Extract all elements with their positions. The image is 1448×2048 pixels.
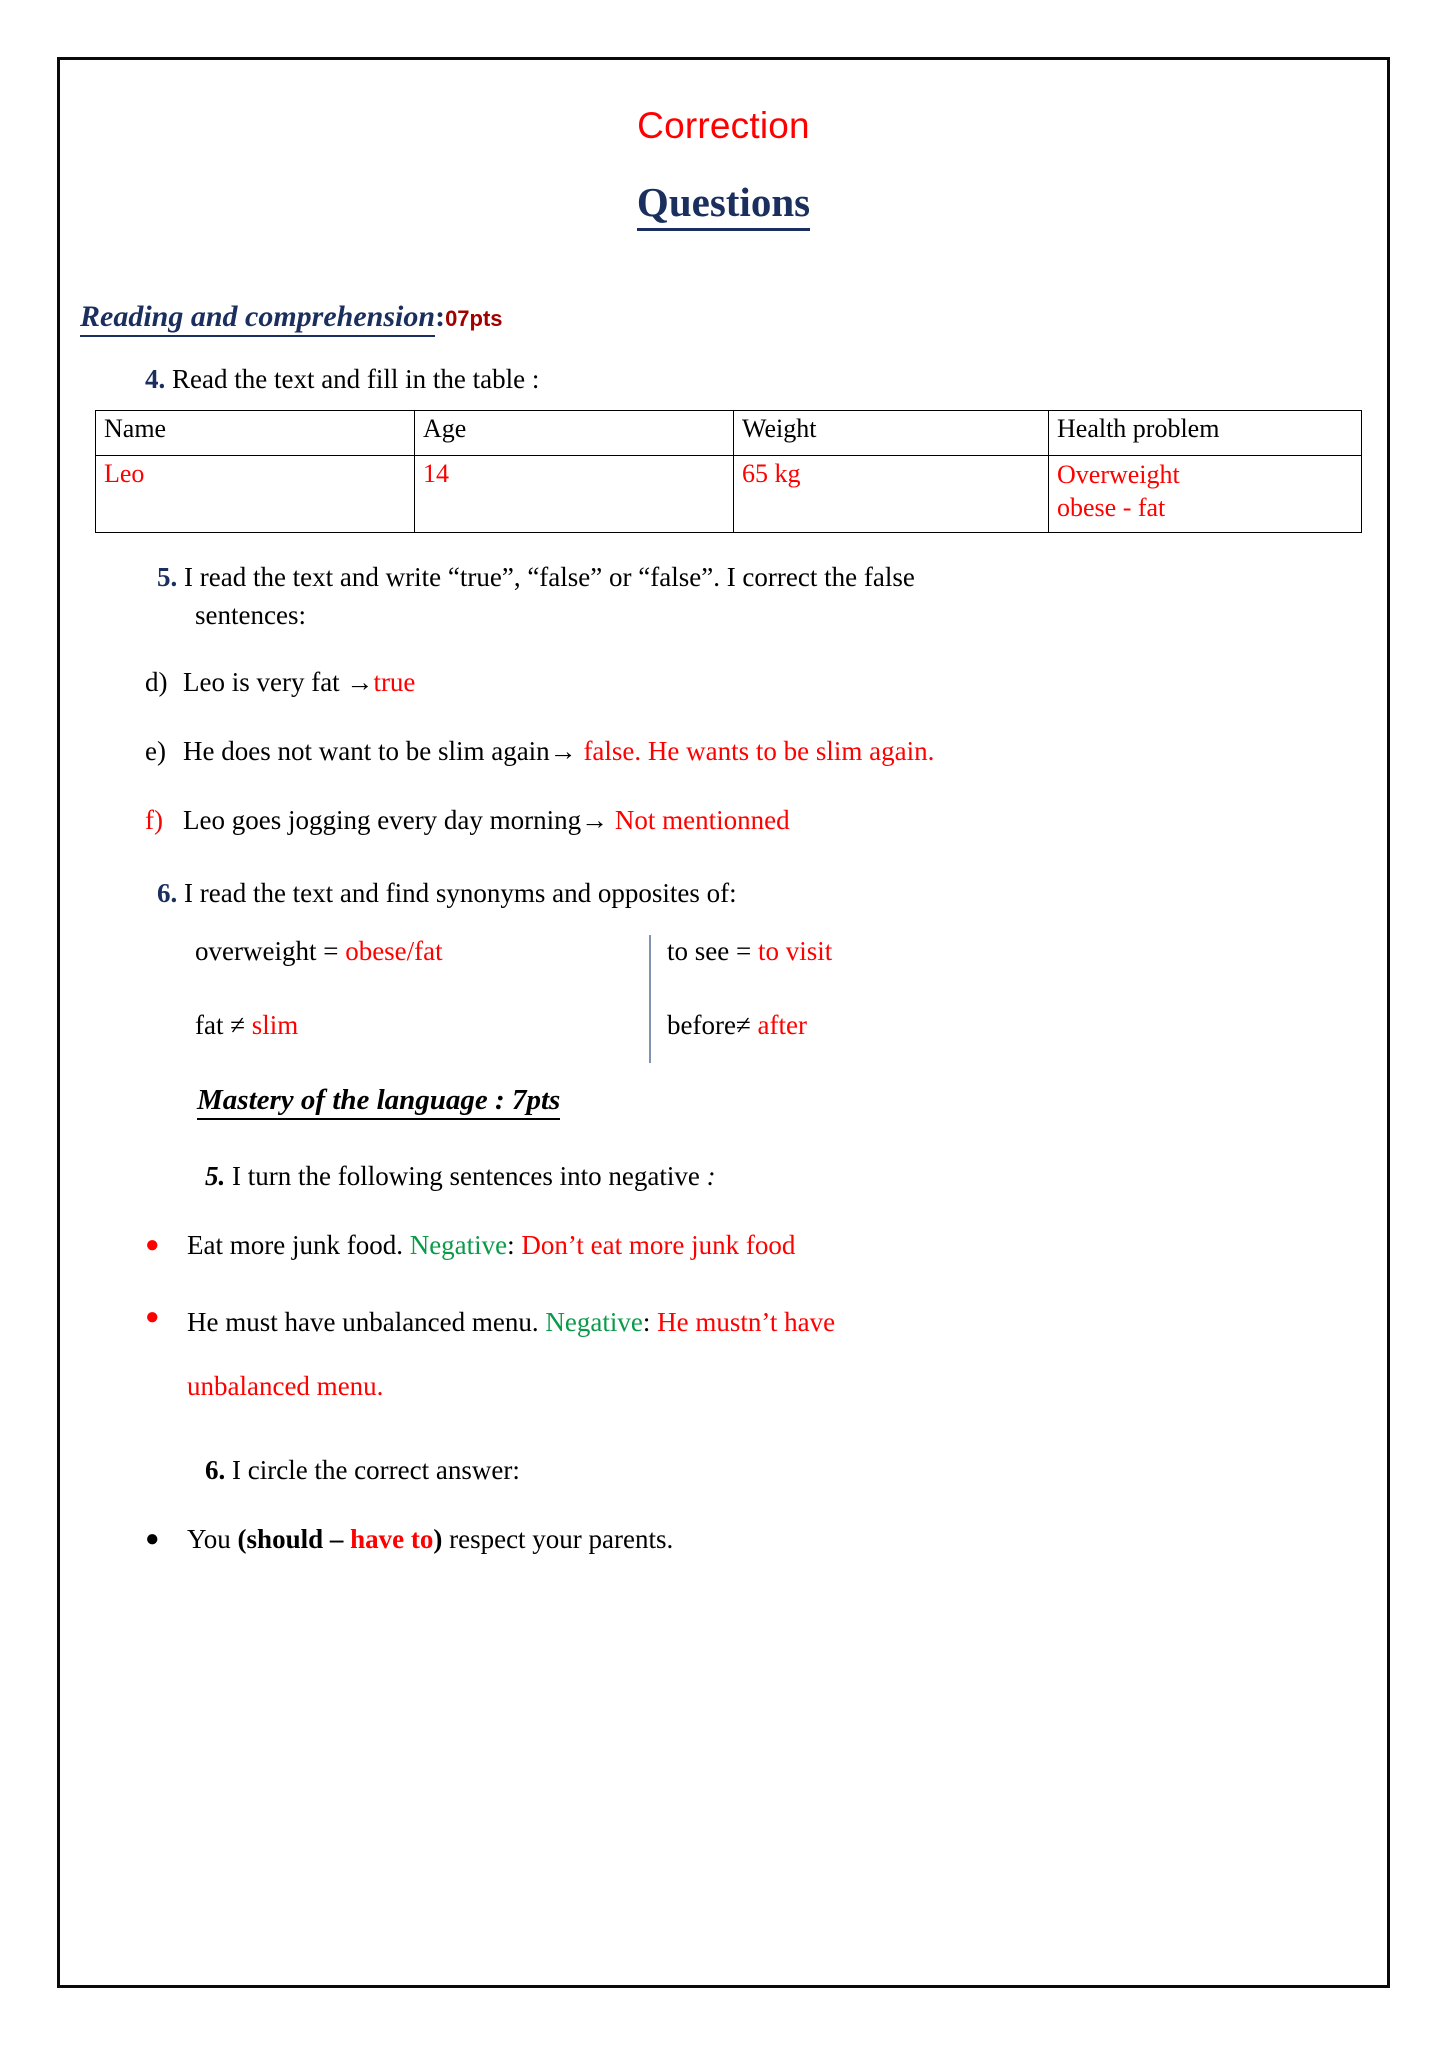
question-6-circle-number: 6. <box>205 1455 226 1486</box>
title-questions: Questions <box>57 179 1390 231</box>
opposite-pair-fat: fat ≠ slim <box>195 1009 649 1043</box>
circle-answer-separator: – <box>323 1524 351 1555</box>
negative-bullet-1-text: Eat more junk food. Negative: Don’t eat … <box>187 1228 1390 1263</box>
question-5-negatives-text: I turn the following sentences into nega… <box>232 1161 707 1192</box>
negative-2-line-1: He must have unbalanced menu. Negative: … <box>187 1290 1390 1355</box>
synonym-term-to-see: to see = <box>667 935 758 966</box>
section-heading-label: Reading and comprehension <box>80 300 436 337</box>
document-page: Correction Questions Reading and compreh… <box>0 0 1448 2048</box>
page-content: Correction Questions Reading and compreh… <box>57 57 1390 1988</box>
bullet-dot-icon: ● <box>145 1303 160 1330</box>
table-container: Name Age Weight Health problem Leo 14 65… <box>95 410 1390 534</box>
negative-1-answer: Don’t eat more junk food <box>521 1230 796 1261</box>
tf-item-f-statement: Leo goes jogging every day morning→ <box>183 805 615 836</box>
section-heading-reading: Reading and comprehension:07pts <box>80 300 1390 337</box>
tf-item-f-answer: Not mentionned <box>614 805 790 836</box>
tf-item-e-label: e) <box>145 736 166 767</box>
negative-2-label: Negative <box>545 1306 643 1337</box>
table-cell-weight: 65 kg <box>733 455 1049 534</box>
question-4-number: 4. <box>145 364 166 394</box>
question-6-circle: 6. I circle the correct answer: <box>205 1455 1390 1486</box>
tf-item-d-label: d) <box>145 667 168 698</box>
synonym-answer-overweight: obese/fat <box>345 935 443 966</box>
section-heading-mastery-label: Mastery of the language : 7pts <box>197 1084 561 1121</box>
negative-bullet-2: ● He must have unbalanced menu. Negative… <box>145 1300 1390 1420</box>
negative-2-answer: He mustn’t have <box>657 1306 836 1337</box>
table-row: Leo 14 65 kg Overweight obese - fat <box>95 455 1362 534</box>
question-5-negatives-number: 5. <box>205 1161 226 1192</box>
tf-item-f-label: f) <box>145 805 163 836</box>
negative-1-prompt: Eat more junk food. <box>187 1230 410 1261</box>
table-cell-age: 14 <box>414 455 734 534</box>
opposite-term-before: before≠ <box>667 1009 758 1040</box>
negative-bullet-2-text: He must have unbalanced menu. Negative: … <box>187 1290 1390 1420</box>
question-5-text: I read the text and write “true”, “false… <box>184 562 915 593</box>
table-header-name: Name <box>95 410 415 457</box>
synonyms-row-2: fat ≠ slim before≠ after <box>195 1009 1195 1043</box>
bullet-dot-icon: ● <box>145 1232 160 1259</box>
section-points-badge: 07pts <box>445 306 503 331</box>
opposite-pair-before: before≠ after <box>649 1009 807 1043</box>
tf-item-e-correction: He wants to be slim again. <box>641 736 935 767</box>
synonym-term-overweight: overweight = <box>195 935 346 966</box>
circle-answer-option-2: have to <box>350 1524 434 1555</box>
synonym-pair-to-see: to see = to visit <box>649 935 832 969</box>
negative-2-prompt: He must have unbalanced menu. <box>187 1306 546 1337</box>
bullet-dot-icon: ● <box>145 1526 160 1553</box>
question-5-number: 5. <box>157 562 178 593</box>
negative-1-colon: : <box>507 1230 522 1261</box>
table-header-health-problem: Health problem <box>1048 410 1362 457</box>
circle-answer-bullet: ● You (should – have to) respect your pa… <box>145 1522 1390 1557</box>
table-cell-name: Leo <box>95 455 415 534</box>
synonyms-column-divider <box>649 934 651 1063</box>
section-heading-mastery: Mastery of the language : 7pts <box>197 1084 561 1121</box>
synonym-pair-overweight: overweight = obese/fat <box>195 935 649 969</box>
negative-2-answer-line-2: unbalanced menu. <box>187 1371 384 1402</box>
tf-item-d-statement: Leo is very fat → <box>183 667 374 698</box>
tf-item-f: f) Leo goes jogging every day morning→ No… <box>145 803 1390 838</box>
table-header-weight: Weight <box>733 410 1049 457</box>
question-4: 4. Read the text and fill in the table : <box>145 361 1390 397</box>
tf-item-d: d) Leo is very fat →true <box>145 665 1390 700</box>
question-6-text: I read the text and find synonyms and op… <box>184 877 737 908</box>
tf-item-d-answer: true <box>373 667 416 698</box>
title-questions-text: Questions <box>636 179 811 231</box>
negative-bullet-1: ● Eat more junk food. Negative: Don’t ea… <box>145 1228 1390 1263</box>
synonym-answer-to-see: to visit <box>757 935 833 966</box>
opposite-answer-fat: slim <box>251 1009 299 1040</box>
tf-item-e-answer: false. <box>583 736 642 767</box>
section-heading-colon: : <box>435 300 446 333</box>
question-4-text: Read the text and fill in the table : <box>172 364 540 394</box>
synonyms-block: overweight = obese/fat to see = to visit… <box>195 934 1195 1063</box>
question-5-negatives-colon: : <box>706 1161 716 1192</box>
question-6-synonyms: 6. I read the text and find synonyms and… <box>157 875 1390 911</box>
title-correction: Correction <box>637 105 810 146</box>
negative-2-colon: : <box>642 1306 658 1337</box>
circle-answer-text: You (should – have to) respect your pare… <box>187 1522 1390 1557</box>
info-table: Name Age Weight Health problem Leo 14 65… <box>95 410 1362 534</box>
tf-item-e: e) He does not want to be slim again→ fal… <box>145 734 1390 769</box>
table-header-age: Age <box>414 410 734 457</box>
opposite-term-fat: fat ≠ <box>195 1009 252 1040</box>
question-6-circle-text: I circle the correct answer: <box>232 1455 520 1486</box>
circle-answer-close-paren: ) <box>433 1524 443 1555</box>
circle-answer-prefix: You <box>187 1524 238 1555</box>
negative-1-label: Negative <box>409 1230 508 1261</box>
table-cell-health-problem: Overweight obese - fat <box>1048 455 1362 534</box>
synonyms-row-1: overweight = obese/fat to see = to visit <box>195 935 1195 969</box>
health-problem-line-1: Overweight <box>1057 460 1180 490</box>
circle-answer-option-1: should <box>246 1524 324 1555</box>
opposite-answer-before: after <box>757 1009 807 1040</box>
table-header-row: Name Age Weight Health problem <box>95 410 1362 457</box>
question-5-negatives: 5. I turn the following sentences into n… <box>205 1161 1390 1192</box>
health-problem-line-2: obese - fat <box>1057 492 1166 522</box>
question-6-number: 6. <box>157 877 178 908</box>
circle-answer-open-paren: ( <box>237 1524 247 1555</box>
circle-answer-suffix: respect your parents. <box>442 1524 674 1555</box>
tf-item-e-statement: He does not want to be slim again→ <box>183 736 584 767</box>
